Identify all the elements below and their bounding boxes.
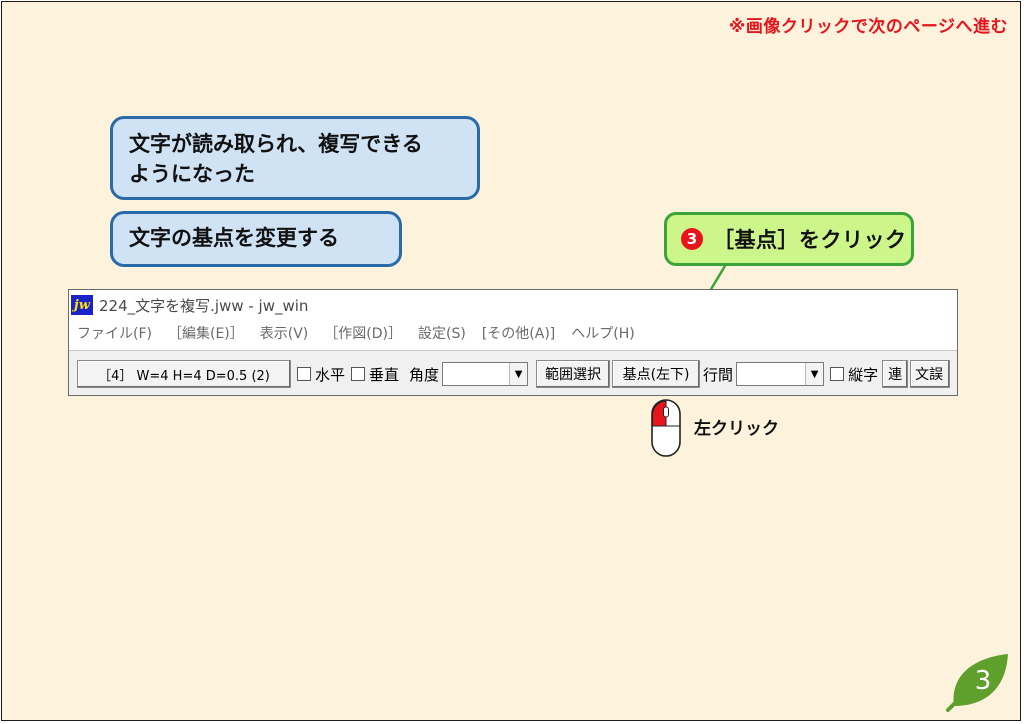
menu-bar: ファイル(F) ［編集(E)］ 表示(V) ［作図(D)］ 設定(S) [その他… <box>69 320 957 346</box>
chevron-down-icon[interactable]: ▼ <box>509 363 528 385</box>
menu-view[interactable]: 表示(V) <box>260 323 309 343</box>
continuous-button[interactable]: 連 <box>882 360 909 388</box>
menu-draw[interactable]: ［作図(D)］ <box>324 323 402 343</box>
menu-file[interactable]: ファイル(F) <box>77 323 152 343</box>
menu-help[interactable]: ヘルプ(H) <box>571 323 634 343</box>
window-titlebar: jw 224_文字を複写.jww - jw_win <box>69 290 957 320</box>
result-callout-line1: 文字が読み取られ、複写できる <box>129 132 423 156</box>
vertical-text-label: 縦字 <box>848 365 879 384</box>
text-style-button[interactable]: ［4］ W=4 H=4 D=0.5 (2) <box>77 360 291 388</box>
vertical-label: 垂直 <box>369 365 400 384</box>
step-number-badge: 3 <box>681 228 703 250</box>
window-title: 224_文字を複写.jww - jw_win <box>99 296 309 315</box>
jw-app-icon: jw <box>71 295 93 315</box>
result-callout: 文字が読み取られ、複写できる ようになった <box>110 116 480 200</box>
left-click-mouse-icon <box>651 399 681 457</box>
angle-combobox[interactable]: ▼ <box>442 362 529 386</box>
step-label: ［基点］をクリック <box>713 228 907 252</box>
chevron-down-icon[interactable]: ▼ <box>805 363 824 385</box>
horizontal-checkbox[interactable] <box>297 367 311 381</box>
base-point-button[interactable]: 基点(左下) <box>612 360 701 388</box>
text-partial-button[interactable]: 文誤 <box>910 360 951 388</box>
angle-label: 角度 <box>409 365 440 384</box>
page-number: 3 <box>975 666 992 696</box>
step-callout: 3 ［基点］をクリック <box>664 212 914 266</box>
menu-edit[interactable]: ［編集(E)］ <box>168 323 244 343</box>
line-spacing-label: 行間 <box>703 365 734 384</box>
horizontal-label: 水平 <box>315 365 346 384</box>
next-page-hint: ※画像クリックで次のページへ進む <box>728 17 1008 37</box>
result-callout-line2: ようになった <box>129 162 255 186</box>
menu-other[interactable]: [その他(A)] <box>482 323 555 343</box>
jw-cad-window: jw 224_文字を複写.jww - jw_win ファイル(F) ［編集(E)… <box>68 289 958 396</box>
subtitle-callout: 文字の基点を変更する <box>110 211 402 267</box>
left-click-label: 左クリック <box>694 419 779 439</box>
vertical-checkbox[interactable] <box>351 367 366 381</box>
line-spacing-combobox[interactable]: ▼ <box>736 362 825 386</box>
menu-settings[interactable]: 設定(S) <box>418 323 466 343</box>
vertical-text-checkbox[interactable] <box>830 367 845 381</box>
text-toolbar: ［4］ W=4 H=4 D=0.5 (2) 水平 垂直 角度 ▼ 範囲選択 基点… <box>69 350 957 395</box>
range-select-button[interactable]: 範囲選択 <box>536 360 611 388</box>
leaf-page-number-icon: 3 <box>946 654 1008 712</box>
